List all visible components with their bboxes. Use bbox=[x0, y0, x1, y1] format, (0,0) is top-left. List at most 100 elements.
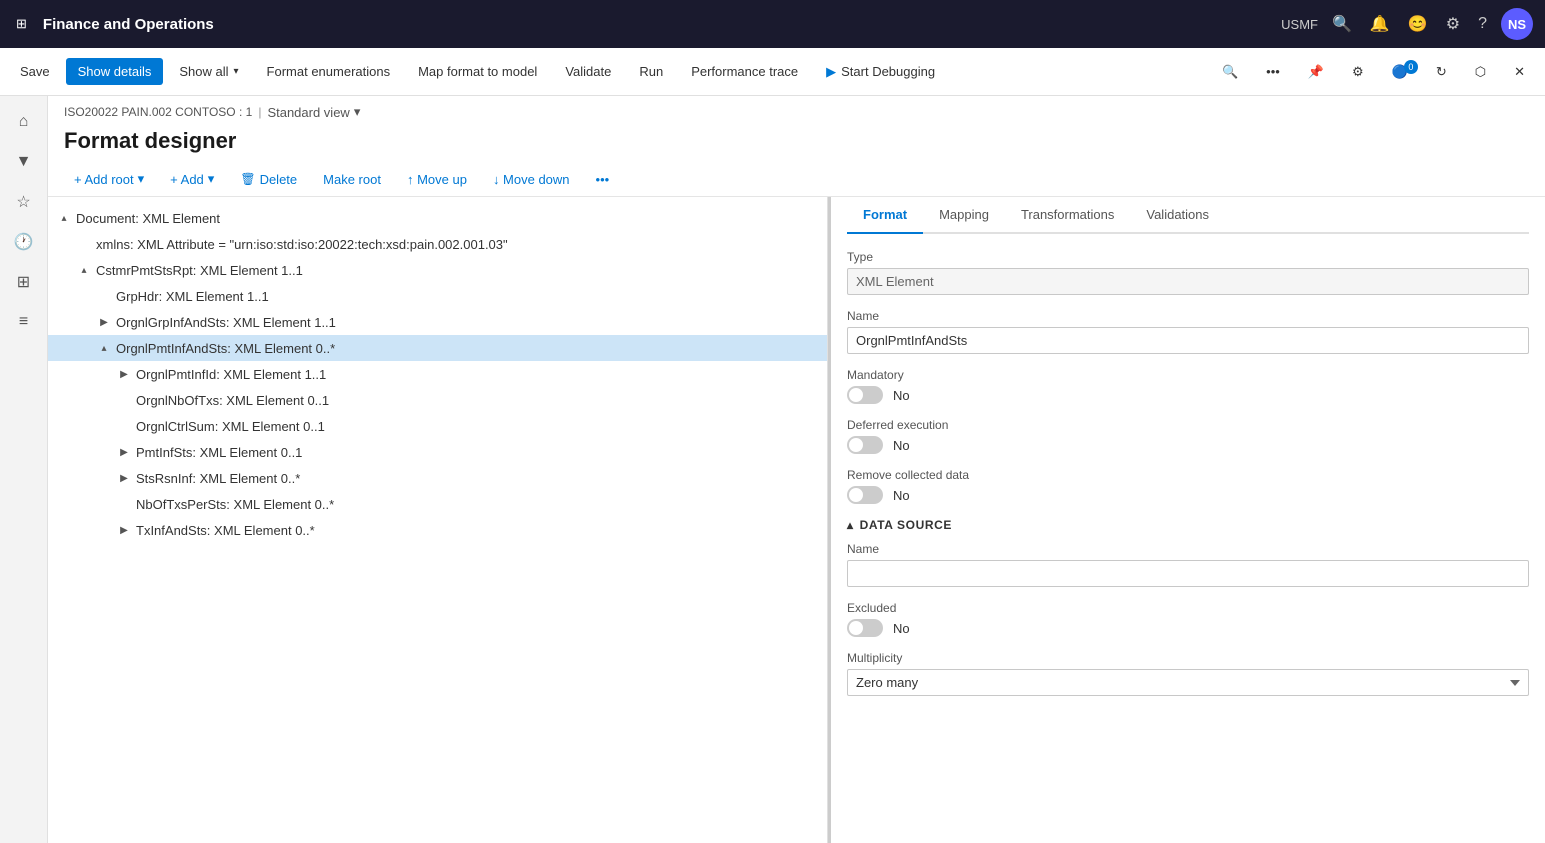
tree-item[interactable]: OrgnlNbOfTxs: XML Element 0..1 bbox=[48, 387, 827, 413]
open-button[interactable]: ⬡ bbox=[1463, 58, 1498, 86]
multiplicity-label: Multiplicity bbox=[847, 651, 1529, 665]
nav-recent-icon[interactable]: 🕐 bbox=[6, 224, 42, 260]
ds-name-field-group: Name bbox=[847, 542, 1529, 587]
tab-transformations[interactable]: Transformations bbox=[1005, 197, 1130, 234]
breadcrumb-path: ISO20022 PAIN.002 CONTOSO : 1 bbox=[64, 105, 252, 119]
remove-collected-data-value: No bbox=[893, 488, 910, 503]
tree-item[interactable]: ▶StsRsnInf: XML Element 0..* bbox=[48, 465, 827, 491]
start-debugging-button[interactable]: ▶ Start Debugging bbox=[814, 58, 947, 86]
close-button[interactable]: ✕ bbox=[1502, 58, 1537, 86]
show-all-button[interactable]: Show all ▾ bbox=[167, 58, 250, 85]
add-root-button[interactable]: + Add root ▾ bbox=[64, 166, 154, 192]
name-field-group: Name bbox=[847, 309, 1529, 354]
remove-collected-data-label: Remove collected data bbox=[847, 468, 1529, 482]
tab-format[interactable]: Format bbox=[847, 197, 923, 234]
more-actions-button[interactable]: ••• bbox=[586, 167, 620, 192]
tree-item[interactable]: GrpHdr: XML Element 1..1 bbox=[48, 283, 827, 309]
nav-filter-icon[interactable]: ▼ bbox=[6, 144, 42, 180]
add-button[interactable]: + Add ▾ bbox=[160, 166, 224, 192]
action-bar: + Add root ▾ + Add ▾ 🗑 Delete Make root … bbox=[48, 162, 1545, 197]
tree-item[interactable]: OrgnlCtrlSum: XML Element 0..1 bbox=[48, 413, 827, 439]
tab-mapping[interactable]: Mapping bbox=[923, 197, 1005, 234]
view-label: Standard view bbox=[267, 105, 349, 120]
move-down-button[interactable]: ↓ Move down bbox=[483, 167, 580, 192]
tree-item[interactable]: ▶TxInfAndSts: XML Element 0..* bbox=[48, 517, 827, 543]
smiley-icon[interactable]: 😊 bbox=[1404, 10, 1432, 38]
tree-item[interactable]: xmlns: XML Attribute = "urn:iso:std:iso:… bbox=[48, 231, 827, 257]
pin-button[interactable]: 📌 bbox=[1296, 58, 1336, 86]
help-icon[interactable]: ? bbox=[1474, 11, 1491, 37]
deferred-execution-toggle[interactable] bbox=[847, 436, 883, 454]
search-icon[interactable]: 🔍 bbox=[1328, 10, 1356, 38]
nav-workspace-icon[interactable]: ⊞ bbox=[6, 264, 42, 300]
mandatory-value: No bbox=[893, 388, 910, 403]
expand-icon[interactable]: ▴ bbox=[56, 210, 72, 226]
type-input[interactable] bbox=[847, 268, 1529, 295]
tree-item[interactable]: NbOfTxsPerSts: XML Element 0..* bbox=[48, 491, 827, 517]
app-grid-button[interactable]: ⊞ bbox=[12, 12, 31, 36]
nav-list-icon[interactable]: ≡ bbox=[6, 304, 42, 340]
name-input[interactable] bbox=[847, 327, 1529, 354]
tree-item-label: OrgnlPmtInfAndSts: XML Element 0..* bbox=[116, 341, 335, 356]
tree-item-label: CstmrPmtStsRpt: XML Element 1..1 bbox=[96, 263, 303, 278]
tree-item[interactable]: ▶OrgnlPmtInfId: XML Element 1..1 bbox=[48, 361, 827, 387]
refresh-button[interactable]: ↻ bbox=[1424, 58, 1459, 86]
ds-name-input[interactable] bbox=[847, 560, 1529, 587]
make-root-button[interactable]: Make root bbox=[313, 167, 391, 192]
move-up-button[interactable]: ↑ Move up bbox=[397, 167, 477, 192]
toolbar: Save Show details Show all ▾ Format enum… bbox=[0, 48, 1545, 96]
grid-icon: ⊞ bbox=[16, 16, 27, 32]
expand-icon[interactable]: ▶ bbox=[116, 470, 132, 486]
page-title: Format designer bbox=[48, 124, 1545, 162]
panel-splitter[interactable] bbox=[828, 197, 831, 843]
view-selector[interactable]: Standard view ▾ bbox=[267, 104, 360, 120]
layout: ⌂ ▼ ☆ 🕐 ⊞ ≡ ISO20022 PAIN.002 CONTOSO : … bbox=[0, 96, 1545, 843]
more-toolbar-button[interactable]: ••• bbox=[1254, 58, 1292, 85]
expand-icon[interactable]: ▴ bbox=[76, 262, 92, 278]
mandatory-label: Mandatory bbox=[847, 368, 1529, 382]
nav-home-icon[interactable]: ⌂ bbox=[6, 104, 42, 140]
badge-button[interactable]: 🔵 0 bbox=[1380, 58, 1420, 86]
nav-favorites-icon[interactable]: ☆ bbox=[6, 184, 42, 220]
mandatory-toggle[interactable] bbox=[847, 386, 883, 404]
excluded-toggle-row: No bbox=[847, 619, 1529, 637]
save-button[interactable]: Save bbox=[8, 58, 62, 85]
tree-item-label: OrgnlCtrlSum: XML Element 0..1 bbox=[136, 419, 325, 434]
settings-button[interactable]: ⚙ bbox=[1340, 58, 1376, 86]
map-format-to-model-button[interactable]: Map format to model bbox=[406, 58, 549, 85]
expand-icon bbox=[76, 236, 92, 252]
tree-item[interactable]: ▶OrgnlGrpInfAndSts: XML Element 1..1 bbox=[48, 309, 827, 335]
gear-icon[interactable]: ⚙ bbox=[1442, 10, 1464, 38]
show-details-button[interactable]: Show details bbox=[66, 58, 164, 85]
top-bar: ⊞ Finance and Operations USMF 🔍 🔔 😊 ⚙ ? … bbox=[0, 0, 1545, 48]
tree-item-label: OrgnlNbOfTxs: XML Element 0..1 bbox=[136, 393, 329, 408]
delete-button[interactable]: 🗑 Delete bbox=[230, 167, 307, 192]
expand-icon[interactable]: ▶ bbox=[116, 366, 132, 382]
tree-item[interactable]: ▴ OrgnlPmtInfAndSts: XML Element 0..* bbox=[48, 335, 827, 361]
remove-collected-data-toggle[interactable] bbox=[847, 486, 883, 504]
expand-icon bbox=[116, 392, 132, 408]
multiplicity-select[interactable]: Zero manyOneZero oneOne many bbox=[847, 669, 1529, 696]
tree-panel: ▴Document: XML Elementxmlns: XML Attribu… bbox=[48, 197, 828, 843]
tree-item[interactable]: ▴ CstmrPmtStsRpt: XML Element 1..1 bbox=[48, 257, 827, 283]
expand-icon[interactable]: ▶ bbox=[116, 444, 132, 460]
run-button[interactable]: Run bbox=[627, 58, 675, 85]
expand-icon[interactable]: ▶ bbox=[116, 522, 132, 538]
tab-validations[interactable]: Validations bbox=[1130, 197, 1225, 234]
section-collapse-icon[interactable]: ▴ bbox=[847, 518, 854, 532]
view-chevron: ▾ bbox=[354, 104, 361, 120]
validate-button[interactable]: Validate bbox=[553, 58, 623, 85]
bell-icon[interactable]: 🔔 bbox=[1366, 10, 1394, 38]
expand-icon[interactable]: ▶ bbox=[96, 314, 112, 330]
tree-item[interactable]: ▴Document: XML Element bbox=[48, 205, 827, 231]
avatar[interactable]: NS bbox=[1501, 8, 1533, 40]
tree-item-label: GrpHdr: XML Element 1..1 bbox=[116, 289, 269, 304]
performance-trace-button[interactable]: Performance trace bbox=[679, 58, 810, 85]
expand-icon[interactable]: ▴ bbox=[96, 340, 112, 356]
search-toolbar-button[interactable]: 🔍 bbox=[1210, 58, 1250, 86]
tree-item[interactable]: ▶PmtInfSts: XML Element 0..1 bbox=[48, 439, 827, 465]
deferred-execution-toggle-row: No bbox=[847, 436, 1529, 454]
excluded-toggle[interactable] bbox=[847, 619, 883, 637]
show-all-chevron: ▾ bbox=[234, 66, 239, 77]
format-enumerations-button[interactable]: Format enumerations bbox=[255, 58, 403, 85]
